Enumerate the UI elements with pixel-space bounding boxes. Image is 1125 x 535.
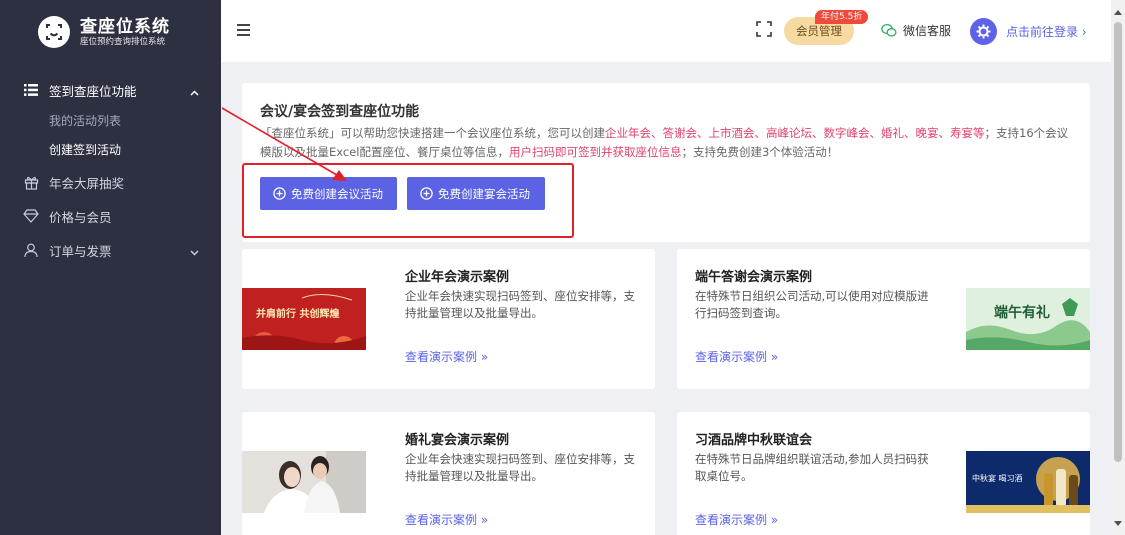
case-description: 在特殊节日组织公司活动,可以使用对应模版进行扫码签到查询。: [695, 289, 929, 320]
case-description: 在特殊节日品牌组织联谊活动,参加人员扫码获取桌位号。: [695, 452, 929, 483]
view-case-link[interactable]: 查看演示案例 »: [695, 511, 778, 528]
scroll-up-icon[interactable]: [1114, 4, 1122, 19]
wechat-service-link[interactable]: 微信客服: [881, 22, 951, 39]
view-case-link[interactable]: 查看演示案例 »: [695, 348, 778, 365]
wechat-icon: [881, 23, 897, 37]
case-card-xijiu[interactable]: 习酒品牌中秋联谊会 在特殊节日品牌组织联谊活动,参加人员扫码获取桌位号。 查看演…: [677, 412, 1090, 535]
xijiu-image-text: 中秋宴 喝习酒: [972, 474, 1023, 483]
dragon-boat-image: 端午有礼: [966, 288, 1090, 350]
gift-icon: [22, 173, 40, 191]
user-icon: [22, 241, 40, 259]
app-name: 查座位系统: [80, 16, 170, 37]
hamburger-menu-icon[interactable]: [237, 24, 250, 40]
scroll-down-icon[interactable]: [1114, 516, 1122, 531]
scrollbar-thumb[interactable]: [1114, 22, 1122, 462]
chevron-up-icon: [190, 84, 199, 99]
case-description: 企业年会快速实现扫码签到、座位安排等，支持批量管理以及批量导出。: [405, 289, 635, 320]
sidebar-item-label: 价格与会员: [49, 209, 112, 225]
case-title: 企业年会演示案例: [405, 270, 510, 285]
case-card-wedding[interactable]: 婚礼宴会演示案例 企业年会快速实现扫码签到、座位安排等，支持批量管理以及批量导出…: [242, 412, 655, 535]
case-title: 习酒品牌中秋联谊会: [695, 433, 813, 448]
annual-meeting-image: 并肩前行 共创辉煌: [242, 288, 366, 350]
sidebar-item-pricing[interactable]: 价格与会员: [0, 199, 221, 233]
sidebar-item-lottery[interactable]: 年会大屏抽奖: [0, 165, 221, 199]
view-case-link[interactable]: 查看演示案例 »: [405, 511, 488, 528]
discount-badge: 年付5.5折: [815, 10, 869, 24]
avatar[interactable]: [970, 18, 997, 45]
case-card-dragon-boat[interactable]: 端午答谢会演示案例 在特殊节日组织公司活动,可以使用对应模版进行扫码签到查询。 …: [677, 249, 1090, 389]
case-title: 婚礼宴会演示案例: [405, 433, 510, 448]
diamond-icon: [22, 207, 40, 225]
login-link[interactable]: 点击前往登录 ›: [1006, 23, 1087, 40]
sidebar-item-create-activity[interactable]: 创建签到活动: [0, 136, 221, 165]
wedding-photo-image: [242, 451, 366, 513]
intro-description: 「查座位系统」可以帮助您快速搭建一个会议座位系统，您可以创建企业年会、答谢会、上…: [260, 124, 1070, 162]
wechat-service-label: 微信客服: [903, 24, 952, 38]
annual-image-text: 并肩前行 共创辉煌: [256, 309, 340, 320]
case-description: 企业年会快速实现扫码签到、座位安排等，支持批量管理以及批量导出。: [405, 452, 635, 483]
intro-desc-highlight: 用户扫码即可签到并获取座位信息: [508, 145, 682, 159]
view-case-link[interactable]: 查看演示案例 »: [405, 348, 488, 365]
sidebar: 查座位系统 座位预约查询排位系统 签到查座位功能 我的活动列表 创建签到活动 年…: [0, 0, 221, 535]
case-title: 端午答谢会演示案例: [695, 270, 813, 285]
dragon-boat-image-text: 端午有礼: [994, 305, 1050, 321]
gear-icon: [976, 24, 991, 39]
xijiu-banner-image: 中秋宴 喝习酒: [966, 451, 1090, 513]
sidebar-item-label: 订单与发票: [49, 243, 112, 259]
app-logo-icon: [38, 16, 70, 48]
fullscreen-icon[interactable]: [756, 21, 772, 41]
brand: 查座位系统 座位预约查询排位系统: [0, 0, 221, 64]
intro-desc-highlight: 企业年会、答谢会、上市酒会、高峰论坛、数字峰会、婚礼、晚宴、寿宴等: [605, 126, 985, 140]
sidebar-item-label: 年会大屏抽奖: [49, 175, 125, 191]
sidebar-item-my-activities[interactable]: 我的活动列表: [0, 107, 221, 136]
page-scrollbar[interactable]: [1111, 0, 1125, 535]
case-card-annual[interactable]: 并肩前行 共创辉煌 企业年会演示案例 企业年会快速实现扫码签到、座位安排等，支持…: [242, 249, 655, 389]
top-header: 会员管理 年付5.5折 微信客服 点击前往登录 ›: [221, 0, 1125, 62]
annotation-arrow-icon: [221, 107, 347, 181]
sidebar-item-orders[interactable]: 订单与发票: [0, 233, 221, 267]
app-subtitle: 座位预约查询排位系统: [80, 36, 166, 47]
intro-desc-text: ；支持免费创建3个体验活动！: [681, 145, 839, 159]
sidebar-item-checkin[interactable]: 签到查座位功能: [0, 73, 221, 107]
list-icon: [22, 81, 40, 99]
sidebar-item-label: 签到查座位功能: [49, 83, 137, 99]
sidebar-menu: 签到查座位功能 我的活动列表 创建签到活动 年会大屏抽奖 价格与会员 订单与发票: [0, 73, 221, 267]
chevron-down-icon: [190, 244, 199, 259]
